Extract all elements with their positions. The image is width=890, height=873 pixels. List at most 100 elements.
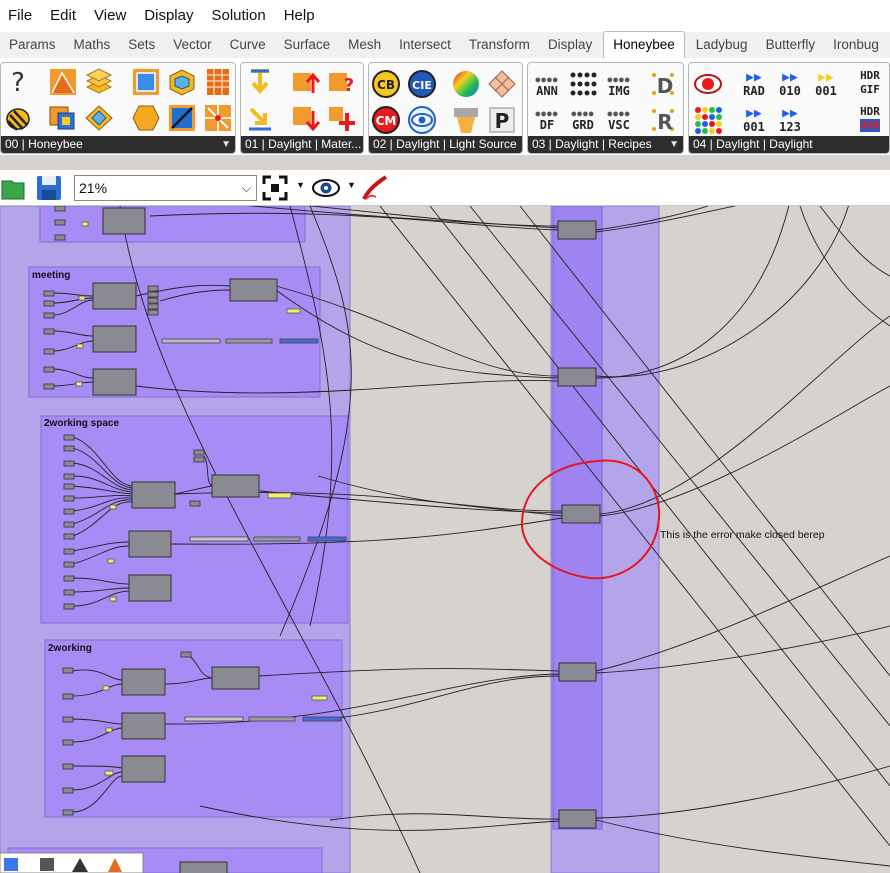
img-recipe-icon[interactable]: ●●●● IMG [602, 75, 636, 98]
tab-intersect[interactable]: Intersect [390, 32, 460, 58]
color-sky-icon[interactable] [451, 69, 481, 99]
tab-sets[interactable]: Sets [119, 32, 164, 58]
lamp-icon[interactable] [451, 105, 481, 135]
dot-grid-icon[interactable] [568, 69, 598, 99]
material-add-icon[interactable] [327, 103, 357, 133]
ribbon-group-caption: 02 | Daylight | Light Source [369, 136, 522, 153]
down-arrow-icon[interactable] [245, 67, 275, 97]
material-up-icon[interactable] [291, 67, 321, 97]
menu-bar: File Edit View Display Solution Help [0, 0, 890, 32]
grid-building-icon[interactable] [203, 67, 233, 97]
svg-text:?: ? [344, 75, 354, 96]
tab-transform[interactable]: Transform [460, 32, 539, 58]
zoom-select[interactable]: 21% ⌵ [74, 175, 257, 201]
view-eye-icon[interactable] [693, 69, 723, 99]
corner-arrow-icon[interactable] [245, 103, 275, 133]
eye-sky-icon[interactable] [407, 105, 437, 135]
working-group [44, 639, 343, 818]
tab-mesh[interactable]: Mesh [339, 32, 390, 58]
menu-edit[interactable]: Edit [41, 0, 85, 32]
ribbon-group-daylight-light-source: CB CIE CM P 02 | Daylight | Light Source [368, 62, 523, 154]
surface-split-icon[interactable] [48, 103, 78, 133]
top-group [39, 206, 306, 243]
group-label-2working-space: 2working space [44, 418, 120, 429]
svg-text:P: P [495, 109, 510, 133]
tab-curve[interactable]: Curve [221, 32, 275, 58]
zone-box-icon[interactable] [167, 67, 197, 97]
zoom-extents-icon[interactable] [260, 173, 290, 203]
ribbon-group-daylight-daylight: ▶▶ RAD ▶▶ 010 ▶▶ 001 ▶▶ 001 ▶▶ 123 HDR GIF HDR… [688, 62, 890, 154]
menu-file[interactable]: File [0, 0, 41, 32]
mass-to-zone-icon[interactable] [48, 67, 78, 97]
menu-help[interactable]: Help [275, 0, 324, 32]
df-recipe-icon[interactable]: ●●●● DF [530, 109, 564, 132]
bee-icon[interactable] [3, 103, 33, 133]
vsc-recipe-icon[interactable]: ●●●● VSC [602, 109, 636, 132]
r-recipe-icon[interactable]: R [648, 105, 678, 135]
hdr-to-gif-icon[interactable]: HDR GIF [853, 69, 887, 97]
svg-text:R: R [657, 110, 672, 134]
read-123-icon[interactable]: ▶▶ 123 [773, 107, 807, 134]
tab-ladybug[interactable]: Ladybug [687, 32, 757, 58]
tab-display[interactable]: Display [539, 32, 601, 58]
cie-sky-icon[interactable]: CIE [407, 69, 437, 99]
ribbon-group-daylight-materials: ? 01 | Daylight | Mater... [240, 62, 364, 154]
sky-dome-grid-icon[interactable] [487, 69, 517, 99]
chevron-down-icon: ⌵ [241, 181, 251, 195]
tab-ironbug[interactable]: Ironbug [824, 32, 888, 58]
zone-square-icon[interactable] [131, 67, 161, 97]
svg-text:CIE: CIE [412, 79, 432, 92]
ribbon-group-caption: 01 | Daylight | Mater... [241, 136, 363, 153]
run-001-icon[interactable]: ▶▶ 001 [809, 71, 843, 98]
tab-maths[interactable]: Maths [65, 32, 120, 58]
tab-butterfly[interactable]: Butterfly [757, 32, 825, 58]
svg-text:?: ? [11, 68, 25, 97]
read-001-icon[interactable]: ▶▶ 001 [737, 107, 771, 134]
open-file-icon[interactable] [0, 173, 30, 203]
tab-surface[interactable]: Surface [275, 32, 340, 58]
mini-toolbar-icon [40, 858, 54, 871]
mini-toolbar-icon [4, 858, 18, 871]
tab-params[interactable]: Params [0, 32, 65, 58]
svg-text:D: D [657, 74, 674, 98]
hexagon-icon[interactable] [131, 103, 161, 133]
preview-eye-icon[interactable] [311, 173, 341, 203]
grasshopper-canvas[interactable]: meeting 2working space 2working This is … [0, 206, 890, 873]
colored-grid-icon[interactable] [693, 105, 723, 135]
component-ribbon: ? 00 | Honeybee ▼ ? 01 | Daylight | Mate… [0, 58, 890, 156]
svg-text:CB: CB [377, 78, 395, 92]
cm-sky-icon[interactable]: CM [371, 105, 401, 135]
ribbon-group-caption: 04 | Daylight | Daylight [689, 136, 889, 153]
run-010-icon[interactable]: ▶▶ 010 [773, 71, 807, 98]
component-tab-bar: Params Maths Sets Vector Curve Surface M… [0, 31, 890, 58]
menu-solution[interactable]: Solution [202, 0, 274, 32]
dropdown-arrow-icon[interactable]: ▼ [296, 180, 305, 190]
ann-recipe-icon[interactable]: ●●●● ANN [530, 75, 564, 98]
ribbon-group-caption: 00 | Honeybee ▼ [1, 136, 235, 153]
solve-adjacency-icon[interactable] [167, 103, 197, 133]
surface-diamond-icon[interactable] [84, 103, 114, 133]
split-zones-icon[interactable] [203, 103, 233, 133]
material-help-icon[interactable]: ? [327, 67, 357, 97]
hdr-convert-icon[interactable]: HDR HDR [853, 105, 887, 133]
tab-vector[interactable]: Vector [164, 32, 220, 58]
material-down-icon[interactable] [291, 103, 321, 133]
d-recipe-icon[interactable]: D [648, 69, 678, 99]
tab-honeybee[interactable]: Honeybee [603, 31, 685, 58]
ribbon-group-caption: 03 | Daylight | Recipes ▼ [528, 136, 683, 153]
rad-run-icon[interactable]: ▶▶ RAD [737, 71, 771, 98]
canvas-mini-toolbar [0, 852, 144, 873]
cb-sky-icon[interactable]: CB [371, 69, 401, 99]
dropdown-arrow-icon[interactable]: ▼ [347, 180, 356, 190]
p-sky-icon[interactable]: P [487, 105, 517, 135]
save-icon[interactable] [34, 173, 64, 203]
menu-view[interactable]: View [85, 0, 135, 32]
ribbon-group-daylight-recipes: ●●●● ANN ●●●● IMG ●●●● DF ●●●● GRD ●●●● VSC D… [527, 62, 684, 154]
help-icon[interactable]: ? [3, 67, 33, 97]
menu-display[interactable]: Display [135, 0, 202, 32]
sketch-pen-icon[interactable] [360, 173, 390, 203]
svg-text:CM: CM [376, 114, 397, 128]
stacked-floors-icon[interactable] [84, 67, 114, 97]
group-label-2working: 2working [48, 643, 92, 654]
grd-recipe-icon[interactable]: ●●●● GRD [566, 109, 600, 132]
